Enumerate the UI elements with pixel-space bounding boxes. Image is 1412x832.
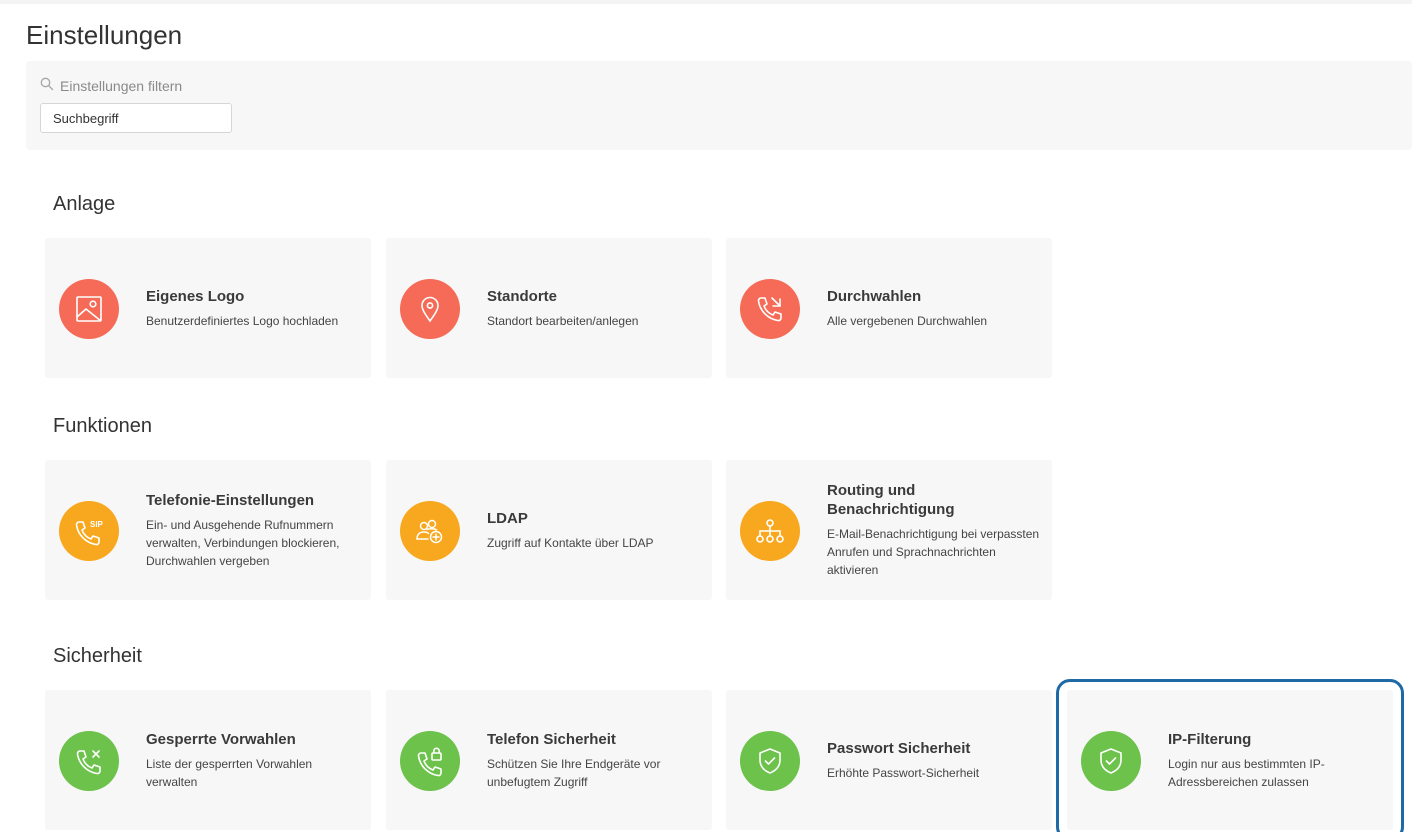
top-border bbox=[0, 0, 1412, 4]
section-title-anlage: Anlage bbox=[53, 193, 116, 215]
card-description: Liste der gesperrten Vorwahlen verwalten bbox=[146, 756, 313, 789]
card-title: Routing und Benachrichtigung bbox=[827, 482, 955, 518]
svg-text:SIP: SIP bbox=[90, 520, 104, 529]
card-ip-filterung[interactable]: IP-Filterung Login nur aus bestimmten IP… bbox=[1056, 679, 1404, 832]
card-title: Passwort Sicherheit bbox=[827, 739, 971, 757]
card-standorte[interactable]: Standorte Standort bearbeiten/anlegen bbox=[386, 238, 712, 378]
card-telefonie-einstellungen[interactable]: SIP Telefonie-Einstellungen Ein- und Aus… bbox=[45, 460, 371, 600]
filter-label: Einstellungen filtern bbox=[40, 77, 182, 94]
card-title: Telefonie-Einstellungen bbox=[146, 491, 315, 509]
card-gesperrte-vorwahlen[interactable]: Gesperrte Vorwahlen Liste der gesperrten… bbox=[45, 690, 371, 830]
filter-label-text: Einstellungen filtern bbox=[60, 77, 183, 94]
card-description: Login nur aus bestimmten IP-Adressbereic… bbox=[1168, 756, 1325, 789]
card-title: Eigenes Logo bbox=[146, 287, 245, 305]
phone-lock-icon bbox=[400, 731, 460, 791]
card-description: Schützen Sie Ihre Endgeräte vor unbefugt… bbox=[487, 756, 661, 789]
card-description: Ein- und Ausgehende Rufnummern verwalten… bbox=[146, 517, 340, 568]
card-telefon-sicherheit[interactable]: Telefon Sicherheit Schützen Sie Ihre End… bbox=[386, 690, 712, 830]
phone-forward-icon bbox=[740, 279, 800, 339]
shield-check-icon bbox=[1081, 731, 1141, 791]
search-input[interactable] bbox=[40, 103, 232, 133]
phone-blocked-icon bbox=[59, 731, 119, 791]
card-ldap[interactable]: LDAP Zugriff auf Kontakte über LDAP bbox=[386, 460, 712, 600]
filter-panel: Einstellungen filtern bbox=[26, 61, 1412, 150]
card-description: Alle vergebenen Durchwahlen bbox=[827, 313, 988, 328]
card-durchwahlen[interactable]: Durchwahlen Alle vergebenen Durchwahlen bbox=[726, 238, 1052, 378]
card-title: LDAP bbox=[487, 509, 528, 527]
card-description: Zugriff auf Kontakte über LDAP bbox=[487, 535, 654, 550]
section-title-sicherheit: Sicherheit bbox=[53, 645, 142, 667]
card-title: Durchwahlen bbox=[827, 287, 922, 305]
shield-check-icon bbox=[740, 731, 800, 791]
card-title: Standorte bbox=[487, 287, 558, 305]
location-pin-icon bbox=[400, 279, 460, 339]
card-title: IP-Filterung bbox=[1168, 730, 1252, 748]
sip-phone-icon: SIP bbox=[59, 501, 119, 561]
users-add-icon bbox=[400, 501, 460, 561]
card-title: Gesperrte Vorwahlen bbox=[146, 730, 296, 748]
card-eigenes-logo[interactable]: Eigenes Logo Benutzerdefiniertes Logo ho… bbox=[45, 238, 371, 378]
card-description: Benutzerdefiniertes Logo hochladen bbox=[146, 313, 339, 328]
section-title-funktionen: Funktionen bbox=[53, 415, 152, 437]
card-description: E-Mail-Benachrichtigung bei verpassten A… bbox=[827, 527, 1040, 577]
image-icon bbox=[59, 279, 119, 339]
hierarchy-icon bbox=[740, 501, 800, 561]
card-passwort-sicherheit[interactable]: Passwort Sicherheit Erhöhte Passwort-Sic… bbox=[726, 690, 1052, 830]
card-description: Standort bearbeiten/anlegen bbox=[487, 313, 639, 328]
card-routing-benachrichtigung[interactable]: Routing und Benachrichtigung E-Mail-Bena… bbox=[726, 460, 1052, 600]
card-description: Erhöhte Passwort-Sicherheit bbox=[827, 765, 980, 780]
page-title: Einstellungen bbox=[26, 20, 183, 50]
search-icon bbox=[40, 77, 54, 94]
card-title: Telefon Sicherheit bbox=[487, 730, 616, 748]
